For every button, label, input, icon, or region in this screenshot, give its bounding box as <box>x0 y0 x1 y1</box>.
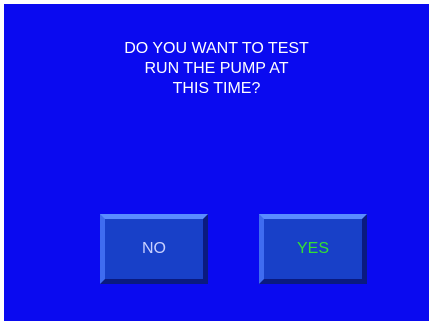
prompt-line-2: RUN THE PUMP AT <box>144 60 289 77</box>
yes-button-label: YES <box>296 240 329 257</box>
prompt-line-1: DO YOU WANT TO TEST <box>124 40 309 57</box>
dialog-panel: DO YOU WANT TO TEST RUN THE PUMP AT THIS… <box>4 4 429 321</box>
dialog-prompt: DO YOU WANT TO TEST RUN THE PUMP AT THIS… <box>4 39 429 99</box>
hmi-screen: DO YOU WANT TO TEST RUN THE PUMP AT THIS… <box>0 0 437 328</box>
yes-button[interactable]: YES <box>259 214 367 284</box>
no-button[interactable]: NO <box>100 214 208 284</box>
prompt-line-3: THIS TIME? <box>172 80 261 97</box>
no-button-label: NO <box>142 240 166 257</box>
